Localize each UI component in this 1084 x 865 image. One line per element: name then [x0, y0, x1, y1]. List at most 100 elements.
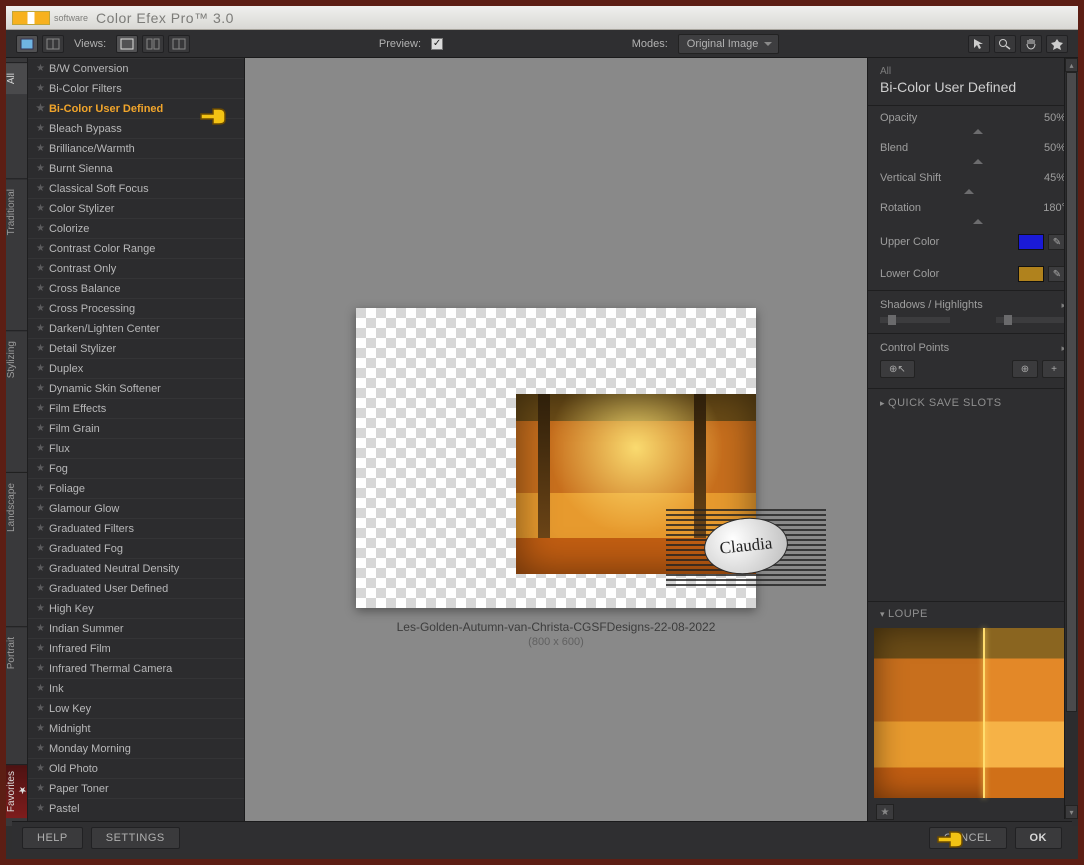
favorite-star-icon[interactable]: ★: [36, 563, 45, 574]
favorite-star-icon[interactable]: ★: [36, 143, 45, 154]
filter-item[interactable]: ★Flux: [28, 438, 244, 458]
favorite-star-icon[interactable]: ★: [36, 263, 45, 274]
filter-item[interactable]: ★Midnight: [28, 718, 244, 738]
filter-item[interactable]: ★Paper Toner: [28, 778, 244, 798]
filter-item[interactable]: ★Graduated Neutral Density: [28, 558, 244, 578]
mode-select[interactable]: Original Image: [678, 34, 780, 54]
filter-item[interactable]: ★Infrared Thermal Camera: [28, 658, 244, 678]
favorite-star-icon[interactable]: ★: [36, 743, 45, 754]
filter-item[interactable]: ★Pastel: [28, 798, 244, 818]
favorite-star-icon[interactable]: ★: [36, 483, 45, 494]
favorite-star-icon[interactable]: ★: [36, 643, 45, 654]
view-single-icon[interactable]: [16, 35, 38, 53]
slider-handle[interactable]: [964, 184, 974, 194]
filter-item[interactable]: ★Foliage: [28, 478, 244, 498]
favorite-star-icon[interactable]: ★: [36, 443, 45, 454]
filter-item[interactable]: ★Detail Stylizer: [28, 338, 244, 358]
favorite-star-icon[interactable]: ★: [36, 203, 45, 214]
favorite-star-icon[interactable]: ★: [36, 623, 45, 634]
quick-save-slots-header[interactable]: QUICK SAVE SLOTS: [868, 388, 1078, 417]
favorite-star-icon[interactable]: ★: [36, 703, 45, 714]
lower-color-swatch[interactable]: [1018, 266, 1044, 282]
filter-item[interactable]: ★Graduated Fog: [28, 538, 244, 558]
favorite-star-icon[interactable]: ★: [36, 463, 45, 474]
layout-split-icon[interactable]: [168, 35, 190, 53]
favorite-star-icon[interactable]: ★: [36, 63, 45, 74]
ok-button[interactable]: OK: [1015, 827, 1063, 849]
favorite-star-icon[interactable]: ★: [36, 803, 45, 814]
filter-item[interactable]: ★Classical Soft Focus: [28, 178, 244, 198]
filter-item[interactable]: ★Low Key: [28, 698, 244, 718]
category-tab-stylizing[interactable]: Stylizing: [6, 330, 27, 388]
filter-item[interactable]: ★Colorize: [28, 218, 244, 238]
favorite-star-icon[interactable]: ★: [36, 663, 45, 674]
favorite-star-icon[interactable]: ★: [36, 503, 45, 514]
filter-item[interactable]: ★Burnt Sienna: [28, 158, 244, 178]
settings-button[interactable]: SETTINGS: [91, 827, 180, 849]
right-scrollbar[interactable]: ▴ ▾: [1064, 58, 1078, 819]
slider-track[interactable]: [880, 188, 1066, 194]
filter-item[interactable]: ★Bi-Color Filters: [28, 78, 244, 98]
scroll-thumb[interactable]: [1066, 72, 1077, 712]
filter-item[interactable]: ★B/W Conversion: [28, 58, 244, 78]
filter-item[interactable]: ★Monday Morning: [28, 738, 244, 758]
favorite-star-icon[interactable]: ★: [36, 363, 45, 374]
favorite-star-icon[interactable]: ★: [36, 603, 45, 614]
filter-item[interactable]: ★Contrast Color Range: [28, 238, 244, 258]
filter-item[interactable]: ★Infrared Film: [28, 638, 244, 658]
pointer-tool-icon[interactable]: [968, 35, 990, 53]
background-tool-icon[interactable]: [1046, 35, 1068, 53]
filter-item[interactable]: ★Brilliance/Warmth: [28, 138, 244, 158]
loupe-header[interactable]: LOUPE: [868, 601, 1078, 626]
favorite-star-icon[interactable]: ★: [36, 383, 45, 394]
control-point-add-button[interactable]: ⊕↖: [880, 360, 915, 378]
filter-item[interactable]: ★Color Stylizer: [28, 198, 244, 218]
favorite-star-icon[interactable]: ★: [36, 243, 45, 254]
preview-checkbox[interactable]: [431, 38, 443, 50]
favorite-star-icon[interactable]: ★: [36, 583, 45, 594]
slider-handle[interactable]: [973, 154, 983, 164]
slider-handle[interactable]: [973, 124, 983, 134]
filter-item[interactable]: ★Film Grain: [28, 418, 244, 438]
layout-single-icon[interactable]: [116, 35, 138, 53]
filter-item[interactable]: ★Dynamic Skin Softener: [28, 378, 244, 398]
favorite-star-icon[interactable]: ★: [36, 783, 45, 794]
favorite-star-icon[interactable]: ★: [36, 683, 45, 694]
slider-track[interactable]: [880, 128, 1066, 134]
filter-item[interactable]: ★Graduated User Defined: [28, 578, 244, 598]
favorite-star-icon[interactable]: ★: [36, 283, 45, 294]
highlights-slider[interactable]: [996, 317, 1066, 323]
category-tab-traditional[interactable]: Traditional: [6, 178, 27, 245]
favorite-star-icon[interactable]: ★: [36, 183, 45, 194]
favorite-star-icon[interactable]: ★: [36, 403, 45, 414]
favorite-star-icon[interactable]: ★: [36, 323, 45, 334]
filter-item[interactable]: ★Bi-Color User Defined: [28, 98, 244, 118]
cancel-button[interactable]: CANCEL: [929, 827, 1007, 849]
preview-canvas[interactable]: Claudia: [356, 308, 756, 608]
filter-item[interactable]: ★Film Effects: [28, 398, 244, 418]
slider-handle[interactable]: [973, 214, 983, 224]
category-tab-all[interactable]: All: [6, 62, 27, 94]
favorite-star-icon[interactable]: ★: [36, 343, 45, 354]
favorite-star-icon[interactable]: ★: [36, 723, 45, 734]
filter-item[interactable]: ★Glamour Glow: [28, 498, 244, 518]
pan-tool-icon[interactable]: [1020, 35, 1042, 53]
slider-track[interactable]: [880, 218, 1066, 224]
scroll-down-icon[interactable]: ▾: [1065, 805, 1078, 819]
favorite-star-icon[interactable]: ★: [36, 223, 45, 234]
filter-item[interactable]: ★Contrast Only: [28, 258, 244, 278]
category-tab-portrait[interactable]: Portrait: [6, 626, 27, 679]
favorite-star-icon[interactable]: ★: [36, 163, 45, 174]
favorite-star-icon[interactable]: ★: [36, 83, 45, 94]
loupe-favorite-button[interactable]: ★: [876, 804, 894, 820]
upper-color-swatch[interactable]: [1018, 234, 1044, 250]
filter-item[interactable]: ★Cross Balance: [28, 278, 244, 298]
favorite-star-icon[interactable]: ★: [36, 103, 45, 114]
help-button[interactable]: HELP: [22, 827, 83, 849]
filter-item[interactable]: ★Bleach Bypass: [28, 118, 244, 138]
filter-item[interactable]: ★Duplex: [28, 358, 244, 378]
filter-item[interactable]: ★Fog: [28, 458, 244, 478]
control-point-plus-button[interactable]: +: [1042, 360, 1066, 378]
filter-item[interactable]: ★Darken/Lighten Center: [28, 318, 244, 338]
layout-side-icon[interactable]: [142, 35, 164, 53]
